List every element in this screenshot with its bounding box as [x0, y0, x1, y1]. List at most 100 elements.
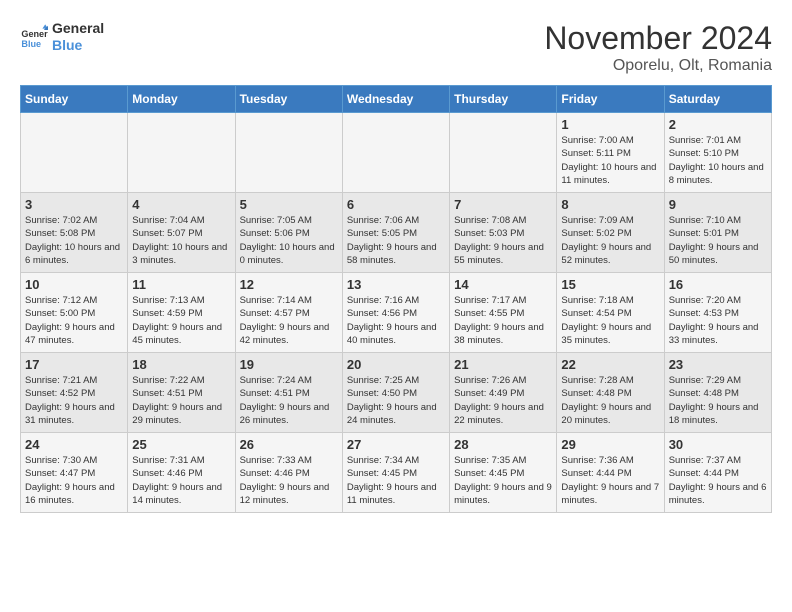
day-number: 23	[669, 357, 767, 372]
day-of-week-header: Friday	[557, 86, 664, 113]
day-info: Sunrise: 7:09 AM Sunset: 5:02 PM Dayligh…	[561, 214, 659, 267]
calendar-day-cell: 10 Sunrise: 7:12 AM Sunset: 5:00 PM Dayli…	[21, 273, 128, 353]
svg-text:General: General	[21, 29, 48, 39]
day-info: Sunrise: 7:31 AM Sunset: 4:46 PM Dayligh…	[132, 454, 230, 507]
day-of-week-header: Thursday	[450, 86, 557, 113]
day-info: Sunrise: 7:17 AM Sunset: 4:55 PM Dayligh…	[454, 294, 552, 347]
day-of-week-header: Tuesday	[235, 86, 342, 113]
svg-text:Blue: Blue	[21, 39, 41, 49]
day-info: Sunrise: 7:04 AM Sunset: 5:07 PM Dayligh…	[132, 214, 230, 267]
day-number: 11	[132, 277, 230, 292]
day-number: 28	[454, 437, 552, 452]
calendar-table: SundayMondayTuesdayWednesdayThursdayFrid…	[20, 85, 772, 513]
day-of-week-header: Monday	[128, 86, 235, 113]
calendar-day-cell: 4 Sunrise: 7:04 AM Sunset: 5:07 PM Daylig…	[128, 193, 235, 273]
calendar-day-cell: 6Sunrise: 7:06 AM Sunset: 5:05 PM Daylig…	[342, 193, 449, 273]
calendar-day-cell: 25 Sunrise: 7:31 AM Sunset: 4:46 PM Dayli…	[128, 433, 235, 513]
calendar-day-cell: 13Sunrise: 7:16 AM Sunset: 4:56 PM Dayli…	[342, 273, 449, 353]
day-info: Sunrise: 7:36 AM Sunset: 4:44 PM Dayligh…	[561, 454, 659, 507]
calendar-day-cell: 12Sunrise: 7:14 AM Sunset: 4:57 PM Dayli…	[235, 273, 342, 353]
day-number: 9	[669, 197, 767, 212]
day-info: Sunrise: 7:22 AM Sunset: 4:51 PM Dayligh…	[132, 374, 230, 427]
day-number: 27	[347, 437, 445, 452]
day-number: 12	[240, 277, 338, 292]
day-number: 20	[347, 357, 445, 372]
calendar-day-cell: 22Sunrise: 7:28 AM Sunset: 4:48 PM Dayli…	[557, 353, 664, 433]
day-number: 21	[454, 357, 552, 372]
calendar-day-cell	[450, 113, 557, 193]
day-info: Sunrise: 7:12 AM Sunset: 5:00 PM Dayligh…	[25, 294, 123, 347]
logo-icon: General Blue	[20, 23, 48, 51]
day-number: 7	[454, 197, 552, 212]
day-info: Sunrise: 7:37 AM Sunset: 4:44 PM Dayligh…	[669, 454, 767, 507]
day-info: Sunrise: 7:02 AM Sunset: 5:08 PM Dayligh…	[25, 214, 123, 267]
day-number: 16	[669, 277, 767, 292]
day-info: Sunrise: 7:29 AM Sunset: 4:48 PM Dayligh…	[669, 374, 767, 427]
calendar-header-row: SundayMondayTuesdayWednesdayThursdayFrid…	[21, 86, 772, 113]
calendar-day-cell: 21Sunrise: 7:26 AM Sunset: 4:49 PM Dayli…	[450, 353, 557, 433]
calendar-day-cell: 30Sunrise: 7:37 AM Sunset: 4:44 PM Dayli…	[664, 433, 771, 513]
day-number: 22	[561, 357, 659, 372]
calendar-day-cell	[235, 113, 342, 193]
day-info: Sunrise: 7:33 AM Sunset: 4:46 PM Dayligh…	[240, 454, 338, 507]
day-info: Sunrise: 7:13 AM Sunset: 4:59 PM Dayligh…	[132, 294, 230, 347]
calendar-day-cell: 2 Sunrise: 7:01 AM Sunset: 5:10 PM Daylig…	[664, 113, 771, 193]
calendar-day-cell	[128, 113, 235, 193]
calendar-day-cell: 3Sunrise: 7:02 AM Sunset: 5:08 PM Daylig…	[21, 193, 128, 273]
day-number: 1	[561, 117, 659, 132]
calendar-week-row: 17Sunrise: 7:21 AM Sunset: 4:52 PM Dayli…	[21, 353, 772, 433]
day-info: Sunrise: 7:25 AM Sunset: 4:50 PM Dayligh…	[347, 374, 445, 427]
calendar-day-cell	[342, 113, 449, 193]
calendar-day-cell: 15 Sunrise: 7:18 AM Sunset: 4:54 PM Dayli…	[557, 273, 664, 353]
logo-general-text: General	[52, 20, 104, 37]
day-info: Sunrise: 7:20 AM Sunset: 4:53 PM Dayligh…	[669, 294, 767, 347]
day-number: 29	[561, 437, 659, 452]
day-info: Sunrise: 7:01 AM Sunset: 5:10 PM Dayligh…	[669, 134, 767, 187]
day-number: 24	[25, 437, 123, 452]
day-of-week-header: Wednesday	[342, 86, 449, 113]
logo: General Blue General Blue	[20, 20, 104, 54]
calendar-day-cell: 7Sunrise: 7:08 AM Sunset: 5:03 PM Daylig…	[450, 193, 557, 273]
day-info: Sunrise: 7:10 AM Sunset: 5:01 PM Dayligh…	[669, 214, 767, 267]
day-info: Sunrise: 7:30 AM Sunset: 4:47 PM Dayligh…	[25, 454, 123, 507]
calendar-day-cell: 26 Sunrise: 7:33 AM Sunset: 4:46 PM Dayli…	[235, 433, 342, 513]
page-header: General Blue General Blue November 2024 …	[20, 20, 772, 75]
calendar-day-cell: 14 Sunrise: 7:17 AM Sunset: 4:55 PM Dayli…	[450, 273, 557, 353]
day-number: 25	[132, 437, 230, 452]
day-info: Sunrise: 7:06 AM Sunset: 5:05 PM Dayligh…	[347, 214, 445, 267]
calendar-day-cell: 9 Sunrise: 7:10 AM Sunset: 5:01 PM Daylig…	[664, 193, 771, 273]
day-info: Sunrise: 7:34 AM Sunset: 4:45 PM Dayligh…	[347, 454, 445, 507]
day-number: 8	[561, 197, 659, 212]
day-number: 18	[132, 357, 230, 372]
day-number: 4	[132, 197, 230, 212]
calendar-day-cell: 8 Sunrise: 7:09 AM Sunset: 5:02 PM Daylig…	[557, 193, 664, 273]
month-title: November 2024	[544, 20, 772, 57]
day-number: 26	[240, 437, 338, 452]
calendar-day-cell: 29 Sunrise: 7:36 AM Sunset: 4:44 PM Dayli…	[557, 433, 664, 513]
location: Oporelu, Olt, Romania	[544, 57, 772, 75]
calendar-day-cell: 20 Sunrise: 7:25 AM Sunset: 4:50 PM Dayli…	[342, 353, 449, 433]
calendar-day-cell: 11 Sunrise: 7:13 AM Sunset: 4:59 PM Dayli…	[128, 273, 235, 353]
calendar-day-cell: 16 Sunrise: 7:20 AM Sunset: 4:53 PM Dayli…	[664, 273, 771, 353]
calendar-week-row: 3Sunrise: 7:02 AM Sunset: 5:08 PM Daylig…	[21, 193, 772, 273]
day-number: 5	[240, 197, 338, 212]
day-info: Sunrise: 7:00 AM Sunset: 5:11 PM Dayligh…	[561, 134, 659, 187]
calendar-week-row: 10 Sunrise: 7:12 AM Sunset: 5:00 PM Dayli…	[21, 273, 772, 353]
title-block: November 2024 Oporelu, Olt, Romania	[544, 20, 772, 75]
calendar-day-cell	[21, 113, 128, 193]
calendar-day-cell: 18 Sunrise: 7:22 AM Sunset: 4:51 PM Dayli…	[128, 353, 235, 433]
day-number: 14	[454, 277, 552, 292]
calendar-day-cell: 17Sunrise: 7:21 AM Sunset: 4:52 PM Dayli…	[21, 353, 128, 433]
day-info: Sunrise: 7:18 AM Sunset: 4:54 PM Dayligh…	[561, 294, 659, 347]
logo-blue-text: Blue	[52, 37, 104, 54]
day-number: 2	[669, 117, 767, 132]
day-number: 17	[25, 357, 123, 372]
day-number: 15	[561, 277, 659, 292]
day-of-week-header: Saturday	[664, 86, 771, 113]
calendar-body: 1 Sunrise: 7:00 AM Sunset: 5:11 PM Daylig…	[21, 113, 772, 513]
calendar-day-cell: 19Sunrise: 7:24 AM Sunset: 4:51 PM Dayli…	[235, 353, 342, 433]
day-info: Sunrise: 7:24 AM Sunset: 4:51 PM Dayligh…	[240, 374, 338, 427]
day-info: Sunrise: 7:16 AM Sunset: 4:56 PM Dayligh…	[347, 294, 445, 347]
day-number: 10	[25, 277, 123, 292]
day-of-week-header: Sunday	[21, 86, 128, 113]
